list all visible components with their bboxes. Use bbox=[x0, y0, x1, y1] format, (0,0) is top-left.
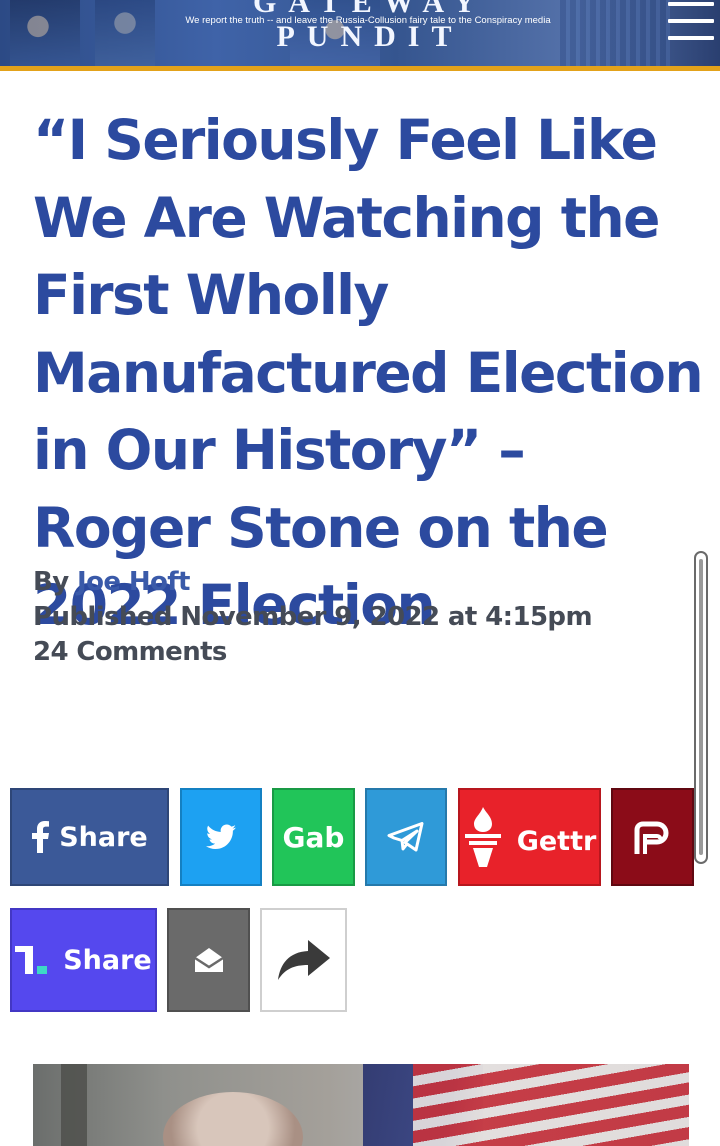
truth-social-share-button[interactable]: Share bbox=[10, 908, 157, 1012]
facebook-share-button[interactable]: Share bbox=[10, 788, 169, 886]
site-tagline: We report the truth -- and leave the Rus… bbox=[185, 15, 551, 26]
header-divider bbox=[0, 66, 720, 71]
banner-photo bbox=[95, 0, 155, 66]
telegram-icon bbox=[387, 822, 425, 852]
hero-image-flag bbox=[413, 1064, 689, 1146]
hero-image-person bbox=[163, 1092, 303, 1146]
gettr-share-label: Gettr bbox=[516, 825, 597, 857]
gettr-torch-icon bbox=[463, 807, 503, 867]
more-share-button[interactable] bbox=[260, 908, 347, 1012]
published-date: Published November 9, 2022 at 4:15pm bbox=[33, 602, 593, 632]
gettr-share-button[interactable]: Gettr bbox=[458, 788, 601, 886]
telegram-share-button[interactable] bbox=[365, 788, 447, 886]
site-logo-title[interactable]: GATEWAY PUNDIT bbox=[170, 0, 570, 54]
banner-photo bbox=[560, 0, 670, 66]
article-headline: “I Seriously Feel Like We Are Watching t… bbox=[33, 108, 704, 637]
scrollbar[interactable] bbox=[694, 551, 708, 864]
parler-share-button[interactable] bbox=[611, 788, 694, 886]
gab-share-label: Gab bbox=[282, 820, 345, 854]
facebook-icon bbox=[31, 821, 50, 853]
site-header-banner[interactable]: GATEWAY PUNDIT We report the truth -- an… bbox=[0, 0, 720, 66]
byline: By Joe Hoft bbox=[33, 567, 190, 597]
truth-social-icon bbox=[15, 946, 48, 974]
share-arrow-icon bbox=[277, 940, 330, 980]
author-link[interactable]: Joe Hoft bbox=[77, 567, 190, 597]
facebook-share-label: Share bbox=[59, 821, 148, 853]
email-share-button[interactable] bbox=[167, 908, 250, 1012]
banner-photo bbox=[10, 0, 80, 66]
envelope-icon bbox=[193, 947, 224, 973]
scrollbar-thumb[interactable] bbox=[699, 559, 703, 855]
twitter-share-button[interactable] bbox=[180, 788, 262, 886]
article-hero-image[interactable] bbox=[33, 1064, 689, 1146]
parler-icon bbox=[633, 820, 673, 854]
gab-share-button[interactable]: Gab bbox=[272, 788, 355, 886]
truth-social-share-label: Share bbox=[63, 944, 152, 976]
hamburger-menu-icon[interactable] bbox=[668, 2, 714, 42]
hero-image-detail bbox=[61, 1064, 87, 1146]
comments-count-link[interactable]: 24 Comments bbox=[33, 637, 227, 667]
twitter-icon bbox=[206, 824, 236, 850]
byline-prefix: By bbox=[33, 567, 69, 597]
